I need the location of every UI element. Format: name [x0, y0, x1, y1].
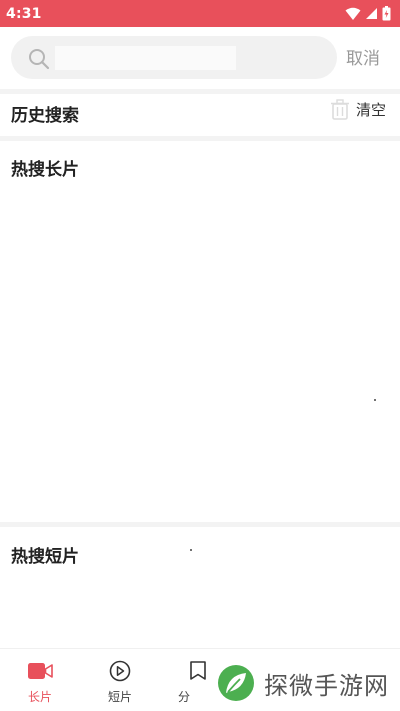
hot-short-title: 热搜短片: [11, 547, 79, 567]
watermark-text: 探微手游网: [264, 671, 389, 700]
clear-history-button[interactable]: 清空: [330, 99, 386, 120]
video-camera-icon: [28, 663, 53, 679]
search-box[interactable]: [11, 36, 337, 79]
stray-dot: [190, 549, 192, 551]
nav-label: 长片: [27, 690, 52, 704]
history-title: 历史搜索: [11, 106, 79, 126]
clear-label: 清空: [356, 101, 387, 119]
watermark: 探微手游网: [206, 655, 400, 711]
search-icon: [29, 49, 50, 70]
play-circle-icon: [109, 660, 131, 682]
status-time: 4:31: [6, 5, 42, 22]
hot-long-list: [0, 185, 400, 520]
nav-item-long[interactable]: 长片: [0, 649, 80, 711]
stray-dot: [374, 399, 376, 401]
divider: [0, 89, 400, 94]
wifi-icon: [345, 7, 361, 20]
status-bar: 4:31: [0, 0, 400, 27]
divider: [0, 136, 400, 141]
hot-long-title: 热搜长片: [11, 160, 79, 180]
divider: [0, 522, 400, 527]
trash-icon: [331, 99, 349, 120]
battery-icon: [382, 6, 391, 21]
search-input[interactable]: [55, 46, 236, 70]
status-icons: [345, 6, 391, 21]
leaf-logo-icon: [218, 665, 254, 701]
hot-short-list: [0, 570, 400, 646]
search-area: 取消: [0, 27, 400, 89]
signal-icon: [366, 8, 377, 19]
cancel-button[interactable]: 取消: [346, 44, 380, 69]
